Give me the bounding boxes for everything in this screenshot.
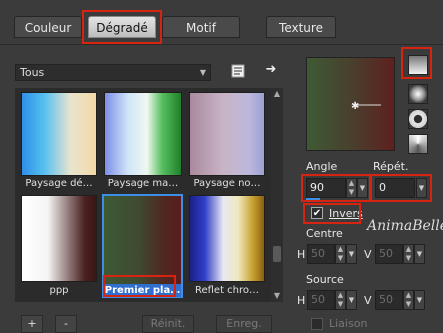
repeat-dropdown-icon[interactable]: ▼ <box>416 178 427 198</box>
angle-level-bar <box>306 198 320 201</box>
gradient-label-selected: Premier pla… <box>104 284 181 297</box>
gradient-label: Paysage no… <box>193 178 261 189</box>
remove-gradient-button[interactable]: - <box>55 315 77 333</box>
source-h-stepper-icon[interactable]: ▲ ▼ <box>335 290 346 310</box>
library-icon[interactable] <box>229 62 247 80</box>
scroll-thumb[interactable] <box>273 246 281 262</box>
gradient-preview[interactable]: ✱ <box>306 57 395 151</box>
category-select-value: Tous <box>20 66 45 79</box>
gradient-tile-paysage-mer[interactable] <box>104 92 182 176</box>
invert-checkbox[interactable]: ✔ <box>311 207 323 219</box>
chevron-down-icon: ▼ <box>199 68 206 77</box>
center-label: Centre <box>306 227 343 240</box>
link-label[interactable]: Liaison <box>329 317 367 330</box>
link-checkbox[interactable] <box>311 318 323 330</box>
gradient-label: ppp <box>49 285 69 296</box>
center-h-label: H <box>297 248 306 261</box>
source-h-dropdown-icon[interactable]: ▼ <box>346 290 357 310</box>
sunburst-gradient-type-icon[interactable] <box>408 134 428 154</box>
center-v-stepper-icon[interactable]: ▲ ▼ <box>403 244 414 264</box>
angle-label: Angle <box>306 160 338 173</box>
scroll-down-icon[interactable]: ▼ <box>271 290 283 302</box>
tab-degrade[interactable]: Dégradé <box>88 16 156 38</box>
tab-motif[interactable]: Motif <box>162 16 240 38</box>
save-button[interactable]: Enreg. <box>216 315 272 333</box>
reset-button[interactable]: Réinit. <box>142 315 194 333</box>
gradient-tile-ppp[interactable] <box>21 195 97 282</box>
arrow-right-icon[interactable]: ➜ <box>262 62 280 80</box>
tab-texture[interactable]: Texture <box>266 16 336 38</box>
angle-input[interactable]: 90 <box>306 178 346 198</box>
scroll-up-icon[interactable]: ▲ <box>271 88 283 100</box>
linear-gradient-type-icon[interactable] <box>408 55 428 75</box>
source-label: Source <box>306 273 344 286</box>
tab-separator <box>0 44 443 45</box>
source-v-label: V <box>364 294 372 307</box>
tab-couleur[interactable]: Couleur <box>14 16 82 38</box>
gradient-label: Paysage dé… <box>25 178 93 189</box>
center-v-label: V <box>364 248 372 261</box>
invert-label[interactable]: Invers <box>329 207 363 220</box>
source-h-label: H <box>297 294 306 307</box>
radial-gradient-type-icon[interactable] <box>408 84 428 104</box>
gradient-label: Reflet chro… <box>194 285 260 296</box>
repeat-label: Répét. <box>373 160 409 173</box>
repeat-input[interactable]: 0 <box>375 178 415 198</box>
gradient-scrollbar[interactable]: ▲ ▼ <box>271 88 283 302</box>
category-select[interactable]: Tous ▼ <box>15 64 211 81</box>
source-v-input[interactable]: 50 <box>375 290 403 310</box>
source-v-stepper-icon[interactable]: ▲ ▼ <box>403 290 414 310</box>
gradient-tile-paysage-desert[interactable] <box>21 92 97 176</box>
rectangular-gradient-type-icon[interactable] <box>408 109 428 129</box>
gradient-label: Paysage ma… <box>107 178 179 189</box>
source-v-dropdown-icon[interactable]: ▼ <box>414 290 425 310</box>
center-h-dropdown-icon[interactable]: ▼ <box>346 244 357 264</box>
center-v-input[interactable]: 50 <box>375 244 403 264</box>
signature-watermark: AnimaBelle <box>367 218 443 234</box>
center-h-input[interactable]: 50 <box>307 244 335 264</box>
center-v-dropdown-icon[interactable]: ▼ <box>414 244 425 264</box>
gradient-tile-paysage-nocturne[interactable] <box>189 92 265 176</box>
center-h-stepper-icon[interactable]: ▲ ▼ <box>335 244 346 264</box>
source-h-input[interactable]: 50 <box>307 290 335 310</box>
add-gradient-button[interactable]: + <box>21 315 43 333</box>
svg-text:✱: ✱ <box>351 101 359 112</box>
gradient-tile-reflet-chrome[interactable] <box>189 195 265 282</box>
angle-stepper-icon[interactable]: ▲ ▼ <box>346 178 357 198</box>
angle-dropdown-icon[interactable]: ▼ <box>357 178 368 198</box>
gradient-tile-premier-plan[interactable] <box>102 194 183 298</box>
